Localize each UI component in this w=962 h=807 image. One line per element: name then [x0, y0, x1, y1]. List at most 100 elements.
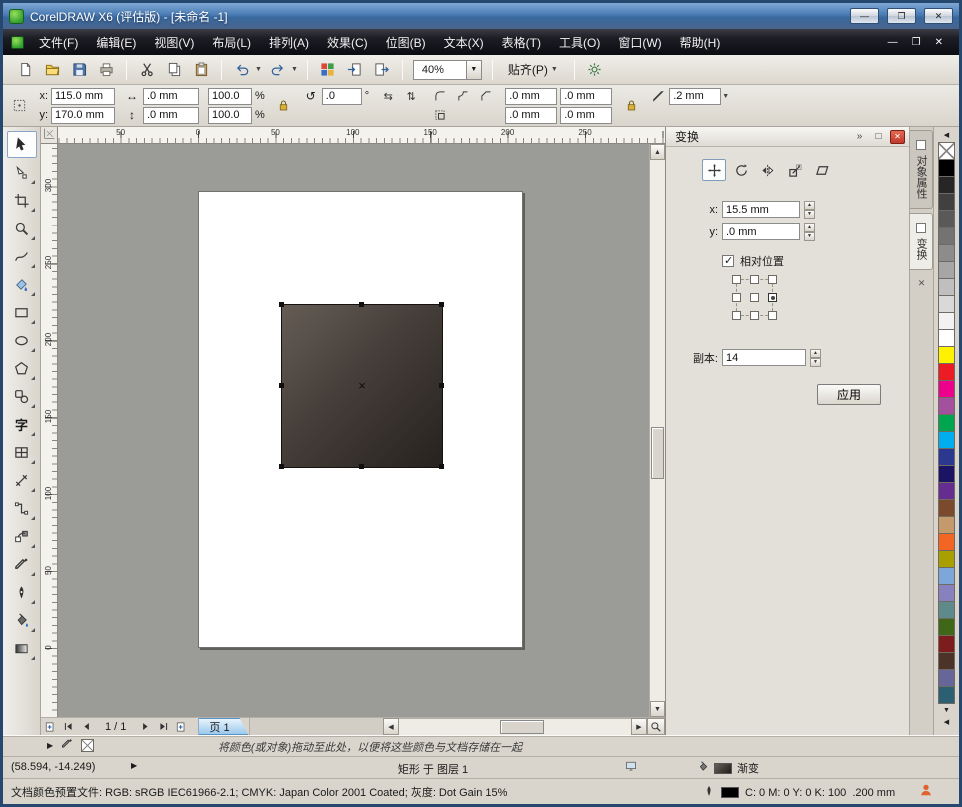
color-swatch[interactable] — [938, 295, 955, 313]
rectangle-tool[interactable] — [7, 299, 37, 326]
scalloped-corner-button[interactable] — [453, 87, 473, 106]
menu-item[interactable]: 效果(C) — [318, 30, 377, 55]
apply-button[interactable]: 应用 — [817, 384, 881, 405]
copies-input[interactable] — [723, 350, 805, 365]
outline-width-input[interactable] — [670, 89, 720, 104]
restore-button[interactable]: ❐ — [887, 8, 916, 24]
transform-x-spinner[interactable]: ▲▼ — [804, 201, 815, 218]
round-corner-button[interactable] — [430, 87, 450, 106]
previous-page-button[interactable] — [77, 718, 95, 735]
page-tab[interactable]: 页 1 — [198, 718, 248, 735]
palette-flyout-button-bottom[interactable]: ◀ — [938, 716, 956, 728]
relative-corner-scaling-button[interactable] — [430, 106, 450, 125]
anchor-center[interactable] — [750, 293, 759, 302]
eyedropper-icon[interactable] — [61, 738, 73, 753]
cut-button[interactable] — [135, 58, 159, 82]
table-tool[interactable] — [7, 439, 37, 466]
scale-mirror-transform-button[interactable] — [756, 159, 780, 181]
new-document-button[interactable] — [13, 58, 37, 82]
chamfered-corner-button[interactable] — [476, 87, 496, 106]
color-swatch[interactable] — [938, 465, 955, 483]
ellipse-tool[interactable] — [7, 327, 37, 354]
rotation-input[interactable] — [323, 89, 361, 104]
docker-tab[interactable]: 变换 — [910, 213, 933, 270]
color-swatch[interactable] — [938, 567, 955, 585]
color-swatch[interactable] — [938, 210, 955, 228]
scroll-down-button[interactable]: ▼ — [650, 701, 665, 717]
eyedropper-tool[interactable] — [7, 551, 37, 578]
add-page-button-end[interactable] — [172, 718, 190, 735]
color-swatch[interactable] — [938, 414, 955, 432]
color-swatch[interactable] — [938, 550, 955, 568]
scale-v-input[interactable] — [209, 108, 251, 123]
selection-handle[interactable] — [279, 302, 284, 307]
color-swatch[interactable] — [938, 363, 955, 381]
color-swatch[interactable] — [938, 261, 955, 279]
color-swatch[interactable] — [938, 499, 955, 517]
crop-tool[interactable] — [7, 187, 37, 214]
object-y-input[interactable] — [52, 108, 114, 123]
rotate-transform-button[interactable] — [729, 159, 753, 181]
color-swatch[interactable] — [938, 652, 955, 670]
fill-tool[interactable] — [7, 607, 37, 634]
dimension-tool[interactable] — [7, 467, 37, 494]
corner-radius-tr-input[interactable] — [561, 89, 611, 104]
color-swatch[interactable] — [938, 584, 955, 602]
anchor-top-center[interactable] — [750, 275, 759, 284]
doc-close-button[interactable]: ✕ — [935, 37, 943, 48]
transform-y-input[interactable] — [723, 224, 799, 239]
corner-radius-tl-input[interactable] — [506, 89, 556, 104]
zoom-level-combo[interactable]: 40% ▼ — [413, 60, 482, 80]
zoom-tool[interactable] — [7, 215, 37, 242]
menu-item[interactable]: 编辑(E) — [87, 30, 145, 55]
redo-button[interactable] — [266, 58, 290, 82]
vertical-ruler[interactable]: 300250200150100500 — [41, 144, 58, 717]
color-swatch[interactable] — [938, 278, 955, 296]
open-folder-button[interactable] — [40, 58, 64, 82]
transform-y-spinner[interactable]: ▲▼ — [804, 223, 815, 240]
account-icon[interactable] — [919, 783, 933, 800]
title-bar[interactable]: CorelDRAW X6 (评估版) - [未命名 -1] — ❐ ✕ — [3, 3, 959, 29]
save-button[interactable] — [67, 58, 91, 82]
anchor-bottom-right[interactable] — [768, 311, 777, 320]
edit-corners-together-button[interactable] — [621, 96, 641, 115]
drawing-canvas[interactable]: × — [58, 144, 649, 717]
color-swatch[interactable] — [938, 159, 955, 177]
copy-button[interactable] — [162, 58, 186, 82]
mirror-horizontal-button[interactable]: ⇆ — [378, 87, 398, 106]
navigator-magnifier-button[interactable] — [647, 718, 665, 735]
freehand-tool[interactable] — [7, 243, 37, 270]
document-icon[interactable] — [11, 36, 24, 49]
menu-item[interactable]: 文本(X) — [435, 30, 493, 55]
docker-tab[interactable]: 对象属性 — [910, 130, 933, 209]
color-swatch[interactable] — [938, 533, 955, 551]
import-button[interactable] — [343, 58, 367, 82]
menu-item[interactable]: 视图(V) — [145, 30, 203, 55]
menu-item[interactable]: 布局(L) — [203, 30, 260, 55]
vertical-scroll-thumb[interactable] — [651, 427, 664, 479]
scale-h-input[interactable] — [209, 89, 251, 104]
relative-position-checkbox[interactable] — [722, 255, 734, 267]
color-swatch[interactable] — [938, 397, 955, 415]
lock-ratio-button[interactable] — [274, 96, 294, 115]
undo-button[interactable] — [230, 58, 254, 82]
chevron-down-icon[interactable]: ▼ — [722, 93, 729, 100]
selection-handle[interactable] — [279, 464, 284, 469]
color-swatch[interactable] — [938, 618, 955, 636]
palette-scroll-down-button[interactable]: ▼ — [938, 704, 956, 716]
docker-close-button[interactable]: ✕ — [890, 130, 905, 144]
transform-x-input[interactable] — [723, 202, 799, 217]
size-transform-button[interactable] — [783, 159, 807, 181]
minimize-button[interactable]: — — [850, 8, 879, 24]
export-button[interactable] — [370, 58, 394, 82]
horizontal-scroll-track[interactable] — [399, 718, 631, 735]
smart-fill-tool[interactable] — [7, 271, 37, 298]
color-swatch[interactable] — [938, 329, 955, 347]
anchor-middle-left[interactable] — [732, 293, 741, 302]
horizontal-scroll-thumb[interactable] — [500, 720, 544, 734]
color-swatch[interactable] — [938, 669, 955, 687]
outline-pen-tool[interactable] — [7, 579, 37, 606]
color-swatch[interactable] — [938, 346, 955, 364]
color-swatch[interactable] — [938, 380, 955, 398]
doc-restore-button[interactable]: ❐ — [912, 37, 921, 48]
